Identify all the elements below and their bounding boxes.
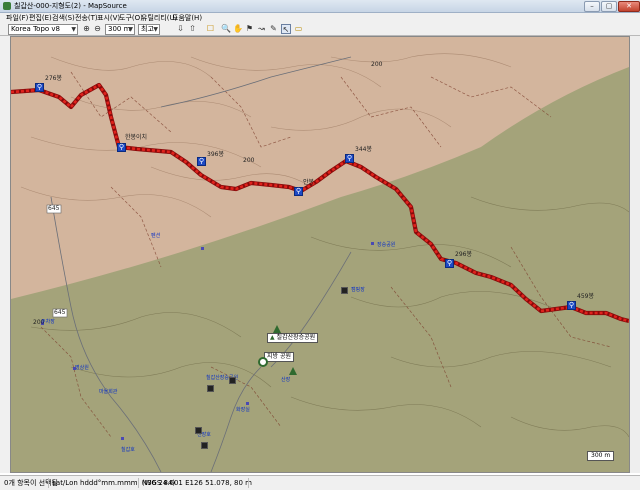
poi-label: 장승공원 (377, 242, 396, 248)
maximize-button[interactable]: ▢ (601, 1, 617, 12)
waypoint-label: 459봉 (577, 293, 594, 300)
contour-label: 200 (243, 157, 255, 164)
left-panel-strip (0, 36, 10, 473)
callout-text: 칠갑산장승공원 (276, 334, 316, 341)
zoom-in-icon[interactable]: ⊕ (82, 24, 91, 33)
poi-label: 칠갑호 (121, 447, 135, 453)
hiker-icon[interactable]: ⚲ (294, 187, 303, 196)
menu-help[interactable]: 도움말(H) (172, 13, 202, 23)
zoom-scale-select[interactable]: 300 m ▼ (105, 24, 135, 35)
status-position: N36 24.601 E126 51.078, 80 m (142, 479, 252, 487)
title-bar: 칠갑산-000-지형도(2) - MapSource – ▢ ✕ (0, 0, 640, 13)
zoom-tool-icon[interactable]: 🔍 (221, 24, 231, 33)
map-tool-icon[interactable]: ☐ (206, 24, 215, 33)
hand-tool-icon[interactable]: ✋ (233, 24, 243, 33)
waypoint-label: 276봉 (45, 75, 62, 82)
product-value: Korea Topo v8 (11, 25, 60, 33)
building-icon[interactable] (201, 442, 208, 449)
toolbar: Korea Topo v8 ▼ ⊕ ⊖ 300 m ▼ 최고 ▼ ⇩ ⇧ ☐ 🔍… (0, 23, 640, 36)
poi-label: 명상원 (75, 365, 89, 371)
building-icon[interactable] (229, 377, 236, 384)
menu-view[interactable]: 표시(V) (97, 13, 120, 23)
menu-tools[interactable]: 도구(O) (119, 13, 143, 23)
close-button[interactable]: ✕ (618, 1, 640, 12)
zoom-scale-value: 300 m (108, 25, 131, 33)
hiker-icon[interactable]: ⚲ (345, 154, 354, 163)
detail-select[interactable]: 최고 ▼ (138, 24, 160, 35)
menu-file[interactable]: 파일(F) (6, 13, 28, 23)
status-selection: 0개 항목이 선택됨 (4, 479, 58, 487)
map-canvas[interactable]: 200 200 200 645 645 ⚲ 276봉 ⚲ 한봉이치 ⚲ 396봉… (10, 36, 630, 473)
poi-label: 펜션 (151, 233, 161, 239)
status-divider (48, 478, 49, 488)
status-divider (138, 478, 139, 488)
waypoint-label: 한봉이치 (125, 134, 148, 141)
hiker-icon[interactable]: ⚲ (197, 157, 206, 166)
poi-label: 마을회관 (99, 389, 118, 395)
chevron-down-icon: ▼ (128, 26, 133, 33)
minimize-button[interactable]: – (584, 1, 600, 12)
campground-icon[interactable] (341, 287, 348, 294)
park-icon: ▲ (270, 334, 275, 341)
hiker-icon[interactable]: ⚲ (117, 143, 126, 152)
map-svg (11, 37, 629, 472)
poi-label: 캠핑장 (351, 287, 365, 293)
receive-from-device-icon[interactable]: ⇩ (176, 24, 185, 33)
road-number-label: 645 (54, 309, 66, 316)
poi-label: 화장실 (236, 407, 250, 413)
window-title: 칠갑산-000-지형도(2) - MapSource (14, 2, 127, 10)
detail-value: 최고 (141, 25, 154, 33)
chevron-down-icon: ▼ (153, 26, 158, 33)
waypoint-tool-icon[interactable]: ⚑ (245, 24, 254, 33)
waypoint-label: 안봉 (303, 179, 315, 186)
chevron-down-icon: ▼ (71, 26, 76, 33)
app-icon (3, 2, 11, 10)
road-number-label: 645 (48, 205, 60, 212)
menu-transfer[interactable]: 전송(T) (75, 13, 98, 23)
route-tool-icon[interactable]: ↝ (257, 24, 266, 33)
status-divider (248, 478, 249, 488)
menu-edit[interactable]: 편집(E) (29, 13, 52, 23)
map-scale-bar: 300 m (587, 451, 615, 461)
status-bar: 0개 항목이 선택됨 Lat/Lon hddd°mm.mmm' (WGS 84)… (0, 475, 640, 490)
vertical-scrollbar[interactable] (630, 36, 640, 473)
building-icon[interactable] (207, 385, 214, 392)
send-to-device-icon[interactable]: ⇧ (188, 24, 197, 33)
waypoint-label: 296봉 (455, 251, 472, 258)
measure-tool-icon[interactable]: ▭ (294, 24, 303, 33)
map-callout[interactable]: ▲ 칠갑산장승공원 (267, 333, 319, 343)
selected-location-marker[interactable] (258, 357, 268, 367)
menu-bar: 파일(F) 편집(E) 검색(S) 전송(T) 표시(V) 도구(O) 유틸리티… (0, 13, 640, 23)
menu-search[interactable]: 검색(S) (52, 13, 75, 23)
hiker-icon[interactable]: ⚲ (35, 83, 44, 92)
track-tool-icon[interactable]: ✎ (269, 24, 278, 33)
product-select[interactable]: Korea Topo v8 ▼ (8, 24, 78, 35)
poi-label: 주차장 (41, 319, 55, 325)
building-icon[interactable] (195, 427, 202, 434)
selection-tool-icon[interactable]: ↖ (281, 24, 291, 34)
scale-text: 300 m (591, 452, 611, 459)
zoom-out-icon[interactable]: ⊖ (93, 24, 102, 33)
map-tooltip: 지방 공원 (264, 352, 294, 362)
hiker-icon[interactable]: ⚲ (445, 259, 454, 268)
tooltip-text: 지방 공원 (267, 353, 291, 360)
waypoint-label: 396봉 (207, 151, 224, 158)
contour-label: 200 (371, 61, 383, 68)
waypoint-label: 344봉 (355, 146, 372, 153)
hiker-icon[interactable]: ⚲ (567, 301, 576, 310)
poi-label: 산장 (281, 377, 291, 383)
